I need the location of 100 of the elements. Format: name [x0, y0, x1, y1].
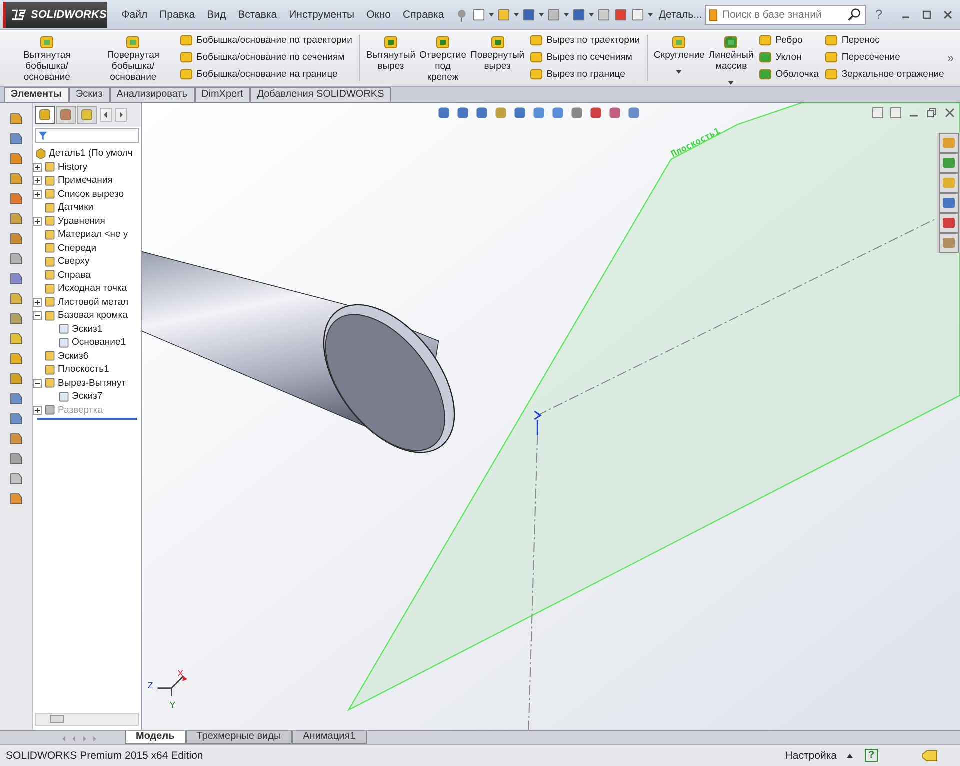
tool-icon[interactable]	[8, 491, 24, 507]
split-view-icon[interactable]	[872, 107, 884, 119]
caret-icon[interactable]	[538, 12, 544, 16]
toolbar-icon[interactable]	[614, 6, 628, 22]
command-tab[interactable]: DimXpert	[194, 87, 250, 102]
command-tab[interactable]: Добавления SOLIDWORKS	[250, 87, 392, 102]
menu-item[interactable]: Файл	[122, 8, 148, 20]
tool-icon[interactable]	[8, 251, 24, 267]
tree-item[interactable]: History	[58, 162, 88, 173]
caret-icon[interactable]	[488, 12, 494, 16]
tool-icon[interactable]	[8, 331, 24, 347]
tool-icon[interactable]	[8, 351, 24, 367]
tool-icon[interactable]	[8, 371, 24, 387]
ribbon-button[interactable]: Вытянутый вырез	[364, 30, 418, 72]
tree-item[interactable]: Эскиз6	[58, 350, 89, 362]
toolbar-icon[interactable]	[472, 6, 486, 22]
tree-item[interactable]: Справа	[58, 270, 91, 281]
command-tab[interactable]: Анализировать	[110, 87, 194, 102]
ribbon-button[interactable]: Вырез по границе	[526, 66, 644, 83]
tag-icon[interactable]	[922, 750, 938, 762]
toolbar-icon[interactable]	[547, 6, 561, 22]
ribbon-button[interactable]: Бобышка/основание по сечениям	[176, 49, 356, 66]
ribbon-button[interactable]: Вырез по сечениям	[526, 49, 644, 66]
ribbon-button[interactable]: Оболочка	[756, 66, 822, 83]
tree-item[interactable]: Эскиз7	[72, 391, 103, 402]
ribbon-button[interactable]: Скругление	[652, 30, 707, 74]
toolbar-icon[interactable]	[522, 6, 536, 22]
ribbon-button[interactable]: Зеркальное отражение	[822, 66, 948, 83]
tree-item[interactable]: Сверху	[58, 256, 90, 268]
command-tab[interactable]: Элементы	[4, 87, 69, 102]
plane[interactable]	[347, 103, 960, 712]
help-button[interactable]: ?	[865, 749, 878, 762]
menu-item[interactable]: Инструменты	[289, 8, 355, 20]
tool-icon[interactable]	[8, 291, 24, 307]
tree-item[interactable]: Листовой метал	[58, 296, 129, 308]
tool-icon[interactable]	[8, 231, 24, 247]
model-tab[interactable]: Модель	[125, 731, 186, 744]
tree-item[interactable]: Плоскость1	[58, 364, 110, 376]
model-tab[interactable]: Трехмерные виды	[186, 731, 292, 744]
search-icon[interactable]	[848, 8, 862, 22]
expand-toggle[interactable]	[33, 190, 42, 199]
tree-item[interactable]: Датчики	[58, 202, 94, 214]
toolbar-icon[interactable]	[597, 6, 612, 22]
task-pane-icon[interactable]	[939, 133, 959, 153]
tree-item[interactable]: Материал <не у	[58, 229, 128, 240]
tool-icon[interactable]	[8, 171, 24, 187]
ribbon-button[interactable]: Вытянутая бобышка/основание	[4, 30, 90, 83]
expand-toggle[interactable]	[33, 378, 42, 388]
caret-icon[interactable]	[648, 12, 653, 16]
restore-icon[interactable]	[926, 107, 938, 119]
caret-icon[interactable]	[564, 12, 570, 16]
ribbon-button[interactable]: Пересечение	[822, 49, 948, 66]
tree-item[interactable]: Деталь1 (По умолч	[49, 148, 133, 160]
caret-icon[interactable]	[514, 12, 520, 16]
menu-item[interactable]: Вид	[207, 8, 226, 20]
tool-icon[interactable]	[8, 451, 24, 467]
ribbon-button[interactable]: Отверстие под крепеж	[418, 30, 468, 83]
model-tab[interactable]: Анимация1	[292, 731, 367, 744]
tree-item[interactable]: Список вырезо	[58, 188, 124, 200]
tool-icon[interactable]	[8, 411, 24, 427]
task-pane-icon[interactable]	[939, 233, 959, 253]
tree-item[interactable]: Основание1	[72, 337, 126, 348]
help-button[interactable]: ?	[875, 7, 883, 22]
tool-icon[interactable]	[8, 131, 24, 147]
tool-icon[interactable]	[8, 471, 24, 487]
ribbon-button[interactable]: Уклон	[756, 49, 822, 66]
ribbon-button[interactable]: Бобышка/основание по траектории	[176, 32, 356, 49]
tool-icon[interactable]	[8, 151, 24, 167]
ribbon-button[interactable]: Линейный массив	[706, 30, 756, 85]
tree-item[interactable]: Уравнения	[58, 216, 106, 227]
tree-item[interactable]: Спереди	[58, 242, 96, 254]
expand-toggle[interactable]	[33, 176, 42, 186]
expand-toggle[interactable]	[33, 216, 42, 226]
tree-item[interactable]: Эскиз1	[72, 324, 103, 335]
tree-item[interactable]: Вырез-Вытянут	[58, 378, 126, 389]
ribbon-button[interactable]: Вырез по траектории	[526, 32, 644, 49]
task-pane-icon[interactable]	[939, 173, 959, 193]
menu-item[interactable]: Правка	[160, 8, 196, 20]
menu-item[interactable]: Окно	[366, 8, 391, 20]
caret-icon[interactable]	[589, 12, 594, 16]
tool-icon[interactable]	[8, 111, 24, 127]
ribbon-button[interactable]: Повернутая бобышка/основание	[90, 30, 176, 83]
expand-toggle[interactable]	[33, 311, 42, 320]
split-view-icon[interactable]	[890, 107, 902, 119]
units-button[interactable]: Настройка	[785, 750, 837, 762]
ribbon-button[interactable]: Ребро	[756, 32, 822, 49]
toolbar-icon[interactable]	[572, 6, 586, 22]
filter-field[interactable]	[35, 128, 139, 143]
tool-icon[interactable]	[8, 211, 24, 227]
ribbon-button[interactable]: Повернутый вырез	[468, 30, 527, 72]
tool-icon[interactable]	[8, 311, 24, 327]
tree-item[interactable]: Примечания	[58, 175, 113, 186]
expand-toggle[interactable]	[33, 298, 42, 307]
panel-tab-icon[interactable]	[56, 106, 76, 124]
tool-icon[interactable]	[8, 431, 24, 447]
tool-icon[interactable]	[8, 391, 24, 407]
ribbon-button[interactable]: Перенос	[822, 32, 948, 49]
caret-icon[interactable]	[847, 754, 853, 758]
tree-item[interactable]: Исходная точка	[58, 283, 128, 294]
expand-toggle[interactable]	[33, 406, 42, 415]
